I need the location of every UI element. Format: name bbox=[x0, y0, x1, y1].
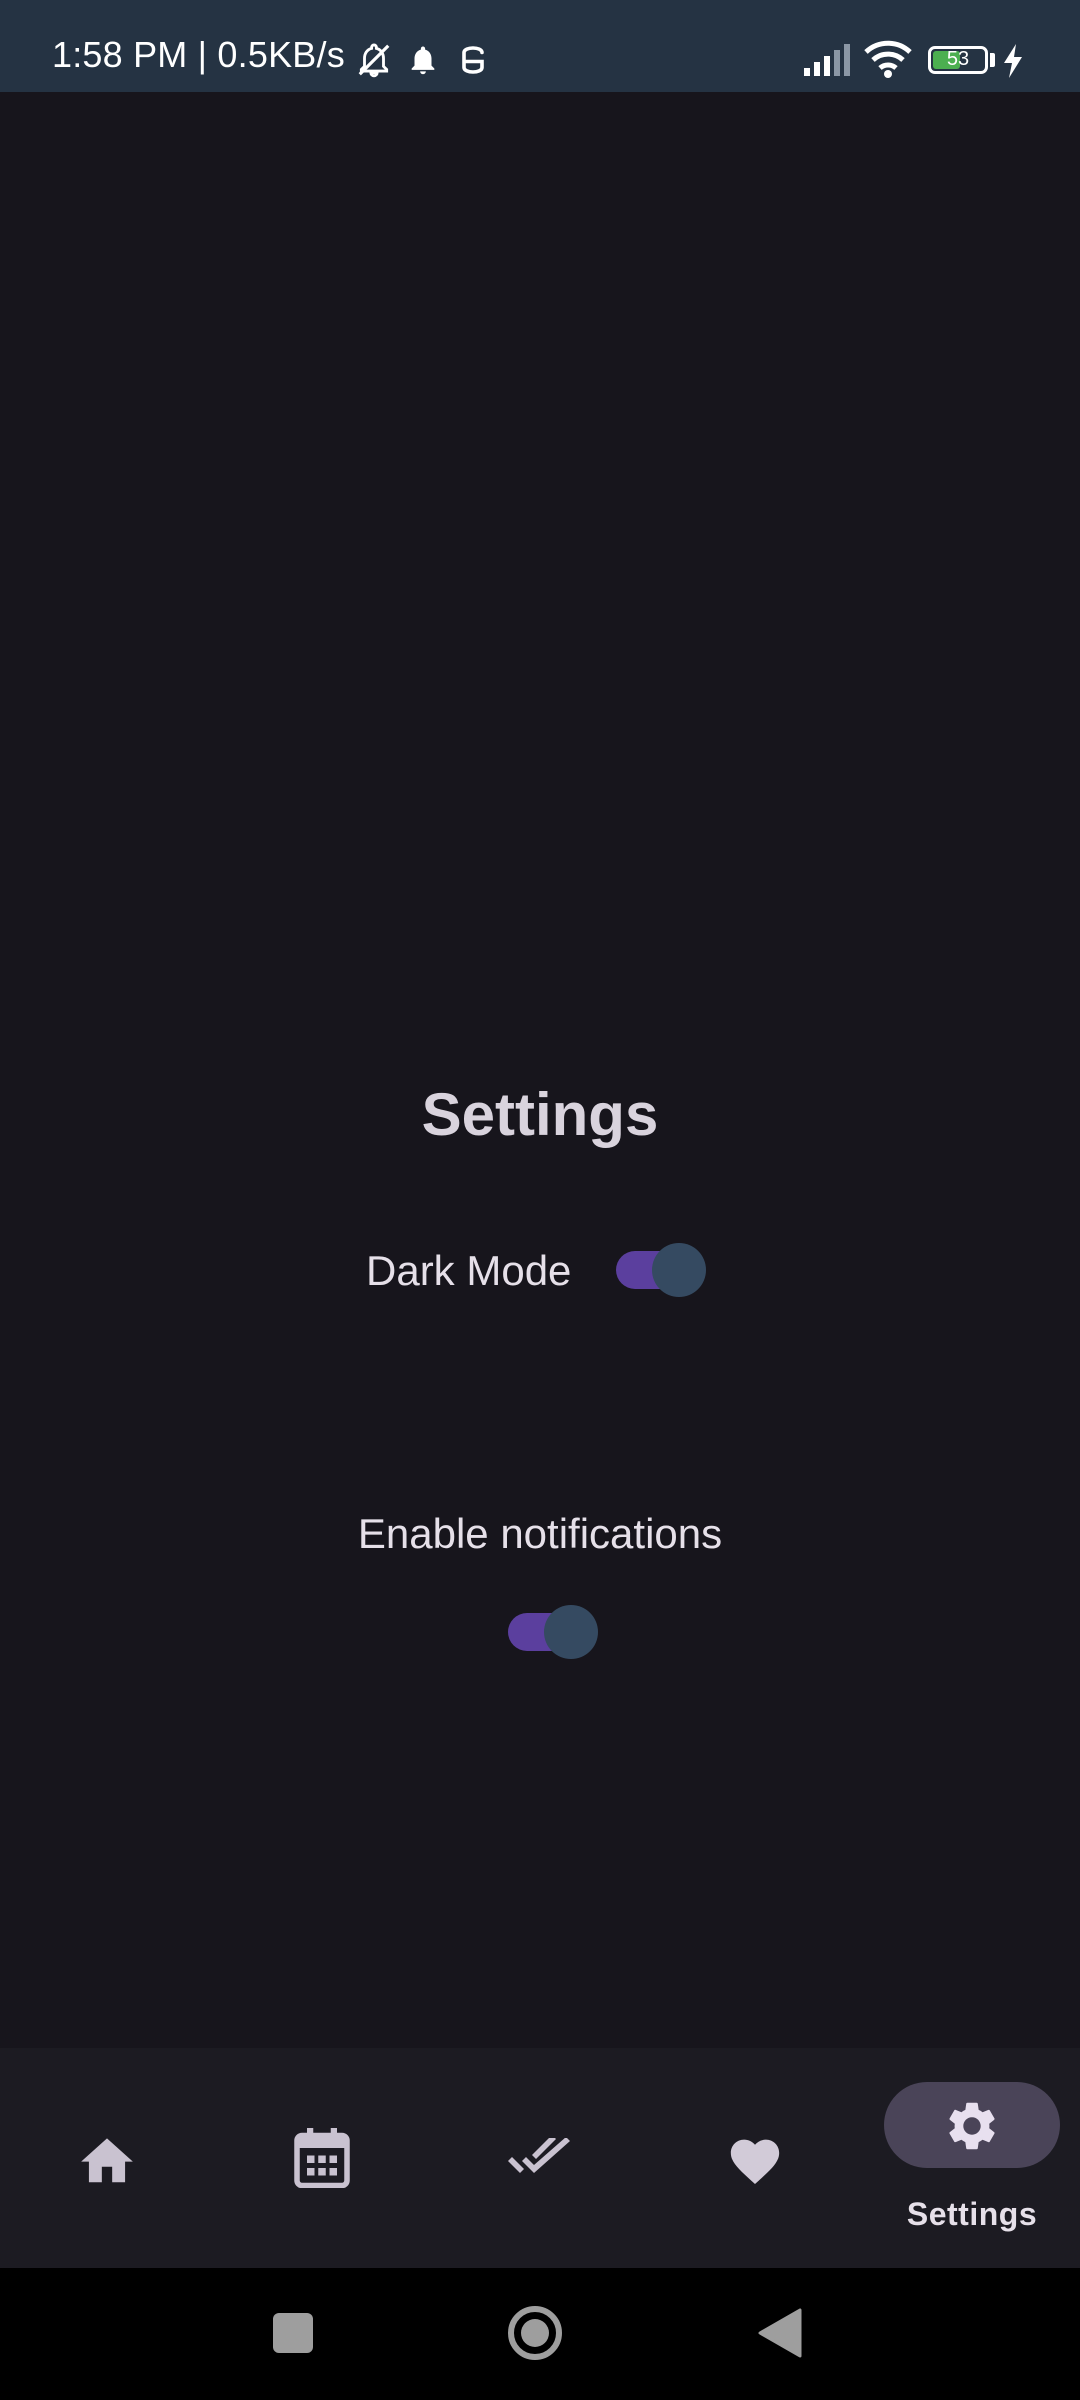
bell-icon bbox=[411, 46, 435, 75]
battery-level: 53 bbox=[946, 48, 970, 70]
recents-icon[interactable] bbox=[272, 2312, 314, 2354]
home-icon bbox=[81, 2138, 133, 2183]
battery-icon: 53 bbox=[928, 46, 988, 74]
notifications-switch[interactable] bbox=[508, 1605, 598, 1659]
calendar-icon bbox=[294, 2128, 350, 2188]
nav-item-done-all[interactable] bbox=[432, 2048, 648, 2268]
status-time: 1:58 PM | 0.5KB/s bbox=[52, 34, 345, 75]
dark-mode-switch[interactable] bbox=[616, 1243, 706, 1297]
done-all-icon bbox=[508, 2138, 570, 2173]
charging-icon bbox=[1004, 44, 1022, 78]
vpn-icon bbox=[462, 46, 484, 74]
dark-mode-switch-thumb bbox=[652, 1243, 706, 1297]
notifications-switch-thumb bbox=[544, 1605, 598, 1659]
dark-mode-row: Dark Mode bbox=[0, 1240, 1080, 1300]
nav-item-favorites[interactable] bbox=[648, 2048, 864, 2268]
nav-item-calendar[interactable] bbox=[216, 2048, 432, 2268]
signal-icon bbox=[804, 44, 850, 76]
gear-icon bbox=[949, 2102, 995, 2150]
page-title: Settings bbox=[421, 1081, 659, 1148]
battery-tip bbox=[990, 53, 995, 67]
nav-label-settings: Settings bbox=[906, 2196, 1038, 2232]
home-circle-icon[interactable] bbox=[507, 2305, 563, 2361]
status-bar: 1:58 PM | 0.5KB/s 53 bbox=[0, 0, 1080, 92]
system-navigation-bar bbox=[0, 2268, 1080, 2400]
nav-item-home[interactable] bbox=[0, 2048, 216, 2268]
wifi-icon bbox=[864, 40, 912, 78]
dark-mode-label: Dark Mode bbox=[366, 1247, 572, 1294]
bell-off-icon bbox=[358, 43, 390, 78]
nav-item-settings[interactable] bbox=[884, 2082, 1060, 2168]
back-icon[interactable] bbox=[758, 2308, 802, 2358]
notifications-label: Enable notifications bbox=[357, 1510, 723, 1557]
heart-icon bbox=[730, 2139, 780, 2185]
